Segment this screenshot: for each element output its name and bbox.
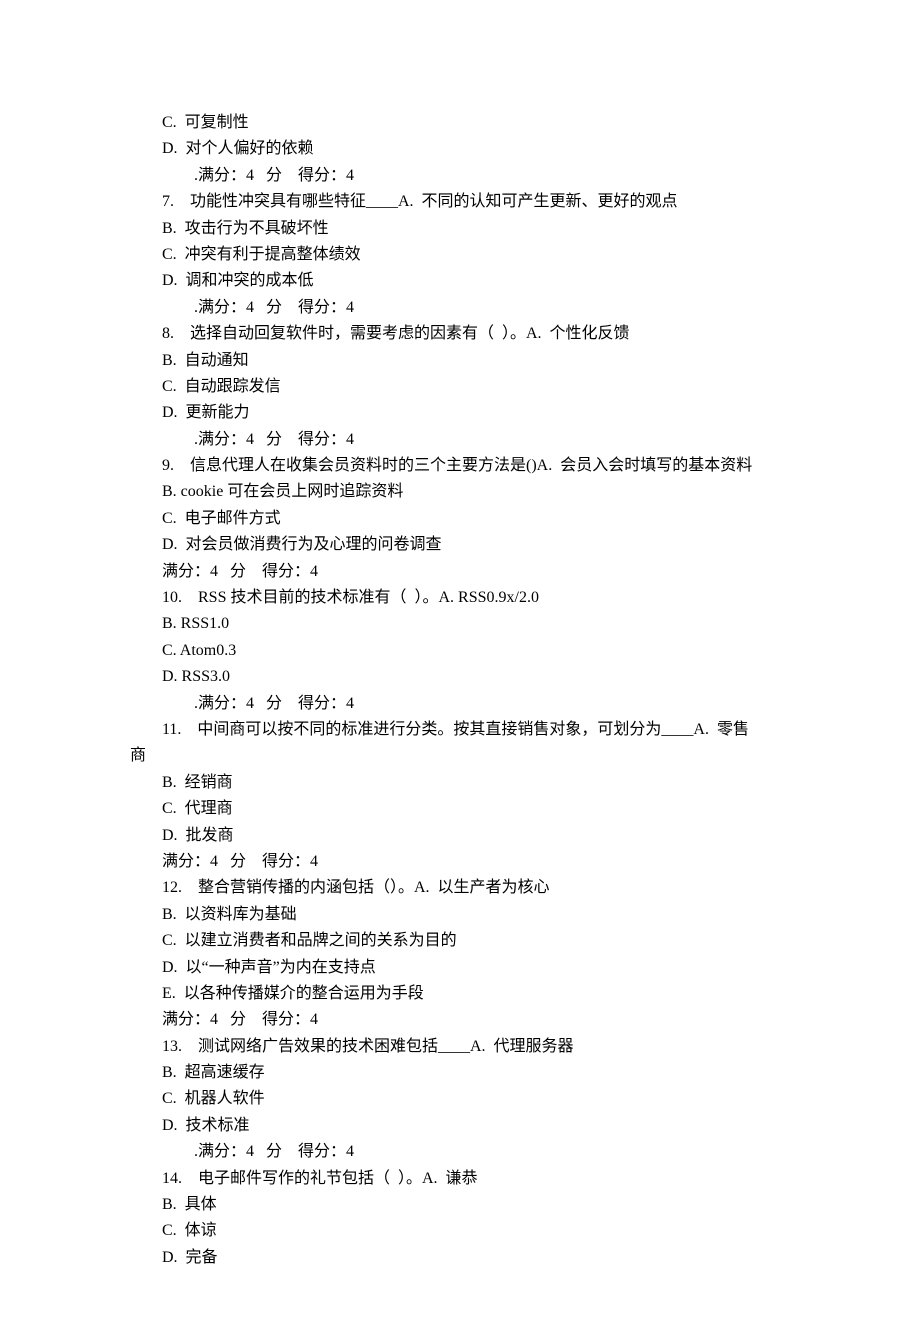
text-line: D. 调和冲突的成本低 bbox=[130, 268, 790, 294]
text-line: 13. 测试网络广告效果的技术困难包括____A. 代理服务器 bbox=[130, 1034, 790, 1060]
text-line: B. 超高速缓存 bbox=[130, 1060, 790, 1086]
text-line: B. 自动通知 bbox=[130, 348, 790, 374]
text-line: .满分：4 分 得分：4 bbox=[130, 295, 790, 321]
text-line: B. cookie 可在会员上网时追踪资料 bbox=[130, 479, 790, 505]
text-line: D. 完备 bbox=[130, 1245, 790, 1271]
text-line: E. 以各种传播媒介的整合运用为手段 bbox=[130, 981, 790, 1007]
text-line: .满分：4 分 得分：4 bbox=[130, 427, 790, 453]
text-line: .满分：4 分 得分：4 bbox=[130, 691, 790, 717]
text-line: 商 bbox=[130, 743, 790, 769]
text-line: C. 以建立消费者和品牌之间的关系为目的 bbox=[130, 928, 790, 954]
text-line: 12. 整合营销传播的内涵包括（）。A. 以生产者为核心 bbox=[130, 875, 790, 901]
text-line: D. 更新能力 bbox=[130, 400, 790, 426]
document-page: C. 可复制性D. 对个人偏好的依赖.满分：4 分 得分：47. 功能性冲突具有… bbox=[0, 0, 920, 1331]
text-line: 14. 电子邮件写作的礼节包括（ ）。A. 谦恭 bbox=[130, 1166, 790, 1192]
text-line: B. 具体 bbox=[130, 1192, 790, 1218]
text-line: C. 体谅 bbox=[130, 1218, 790, 1244]
text-line: D. 以“一种声音”为内在支持点 bbox=[130, 955, 790, 981]
text-line: B. 攻击行为不具破坏性 bbox=[130, 216, 790, 242]
text-line: D. 批发商 bbox=[130, 823, 790, 849]
text-line: 10. RSS 技术目前的技术标准有（ ）。A. RSS0.9x/2.0 bbox=[130, 585, 790, 611]
text-line: C. 冲突有利于提高整体绩效 bbox=[130, 242, 790, 268]
text-line: C. 电子邮件方式 bbox=[130, 506, 790, 532]
text-line: 8. 选择自动回复软件时，需要考虑的因素有（ ）。A. 个性化反馈 bbox=[130, 321, 790, 347]
text-line: 9. 信息代理人在收集会员资料时的三个主要方法是()A. 会员入会时填写的基本资… bbox=[130, 453, 790, 479]
text-line: 11. 中间商可以按不同的标准进行分类。按其直接销售对象，可划分为____A. … bbox=[130, 717, 790, 743]
text-line: 满分：4 分 得分：4 bbox=[130, 559, 790, 585]
text-line: C. 可复制性 bbox=[130, 110, 790, 136]
text-line: D. 技术标准 bbox=[130, 1113, 790, 1139]
text-line: B. 以资料库为基础 bbox=[130, 902, 790, 928]
text-line: D. 对个人偏好的依赖 bbox=[130, 136, 790, 162]
text-line: C. Atom0.3 bbox=[130, 638, 790, 664]
text-line: 满分：4 分 得分：4 bbox=[130, 1007, 790, 1033]
text-line: C. 自动跟踪发信 bbox=[130, 374, 790, 400]
text-line: B. RSS1.0 bbox=[130, 611, 790, 637]
text-line: .满分：4 分 得分：4 bbox=[130, 163, 790, 189]
text-line: C. 机器人软件 bbox=[130, 1086, 790, 1112]
text-line: D. 对会员做消费行为及心理的问卷调查 bbox=[130, 532, 790, 558]
text-line: .满分：4 分 得分：4 bbox=[130, 1139, 790, 1165]
text-line: B. 经销商 bbox=[130, 770, 790, 796]
text-line: D. RSS3.0 bbox=[130, 664, 790, 690]
text-line: 7. 功能性冲突具有哪些特征____A. 不同的认知可产生更新、更好的观点 bbox=[130, 189, 790, 215]
text-line: 满分：4 分 得分：4 bbox=[130, 849, 790, 875]
text-line: C. 代理商 bbox=[130, 796, 790, 822]
